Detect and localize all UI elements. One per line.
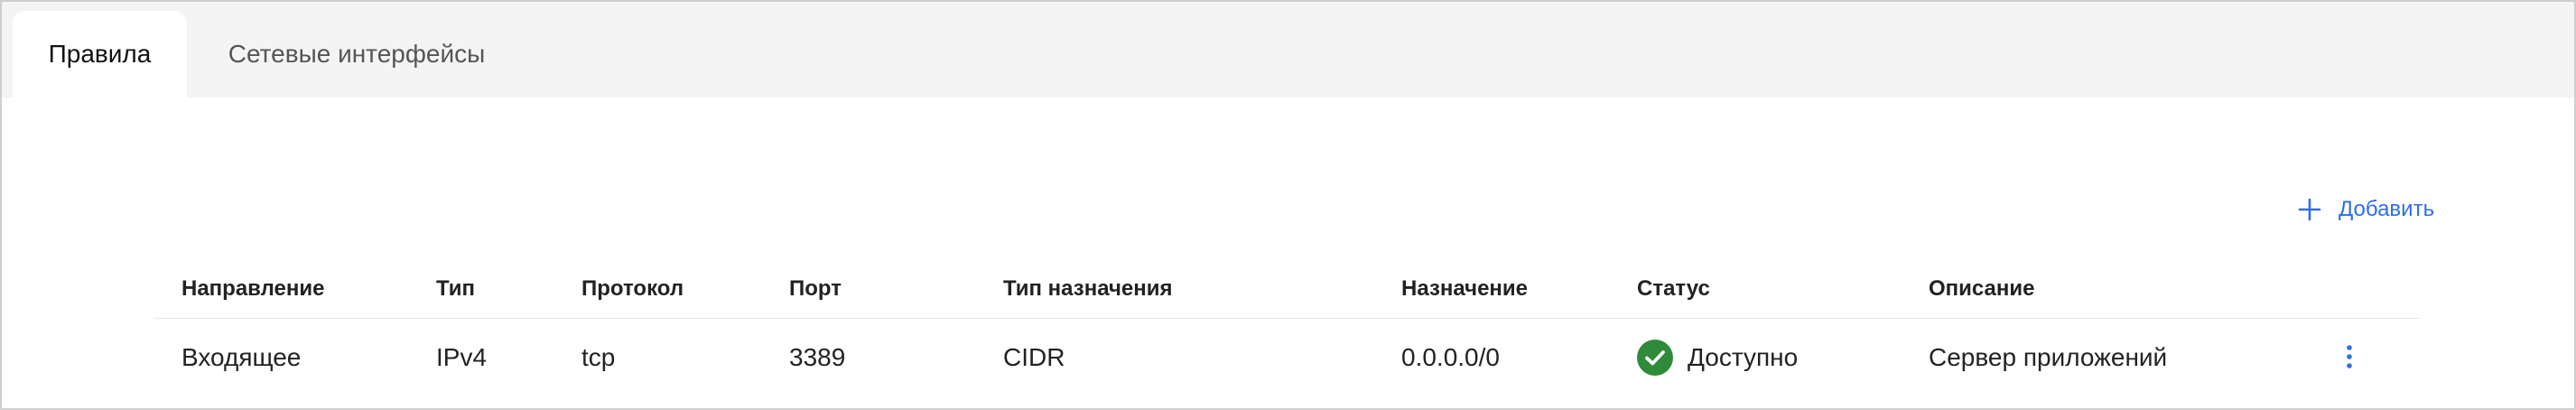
column-header-type: Тип — [436, 276, 475, 301]
column-header-destination: Назначение — [1401, 276, 1529, 301]
tab-rules-label: Правила — [48, 40, 152, 68]
cell-description: Сервер приложений — [1929, 343, 2168, 371]
cell-port: 3389 — [789, 343, 846, 371]
row-actions-button[interactable] — [2339, 340, 2360, 373]
table-header: Направление Тип Протокол Порт Тип назнач… — [153, 260, 2420, 319]
cell-type: IPv4 — [436, 343, 488, 371]
tab-network-interfaces[interactable]: Сетевые интерфейсы — [202, 11, 511, 98]
plus-icon — [2298, 198, 2321, 221]
add-rule-label: Добавить — [2339, 197, 2435, 221]
tab-network-interfaces-label: Сетевые интерфейсы — [228, 40, 486, 68]
tab-bar: Правила Сетевые интерфейсы — [2, 2, 2574, 98]
app-frame: Правила Сетевые интерфейсы Добавить Напр… — [0, 0, 2576, 410]
column-header-description: Описание — [1929, 276, 2035, 301]
column-header-destination-type: Тип назначения — [1003, 276, 1173, 301]
cell-status: Доступно — [1637, 319, 1798, 396]
table-row: Входящее IPv4 tcp 3389 CIDR 0.0.0.0/0 До… — [153, 319, 2420, 396]
column-header-port: Порт — [789, 276, 842, 301]
check-circle-icon — [1637, 340, 1673, 376]
cell-destination: 0.0.0.0/0 — [1401, 343, 1500, 371]
column-header-status: Статус — [1637, 276, 1710, 301]
cell-destination-type: CIDR — [1003, 343, 1065, 371]
add-rule-button[interactable]: Добавить — [2297, 193, 2434, 226]
cell-direction: Входящее — [181, 343, 302, 371]
rules-table: Направление Тип Протокол Порт Тип назнач… — [153, 260, 2420, 396]
more-vertical-icon — [2347, 345, 2352, 368]
tab-rules[interactable]: Правила — [13, 11, 187, 98]
column-header-direction: Направление — [181, 276, 325, 301]
cell-protocol: tcp — [581, 343, 616, 371]
status-text: Доступно — [1688, 343, 1799, 371]
column-header-protocol: Протокол — [581, 276, 684, 301]
